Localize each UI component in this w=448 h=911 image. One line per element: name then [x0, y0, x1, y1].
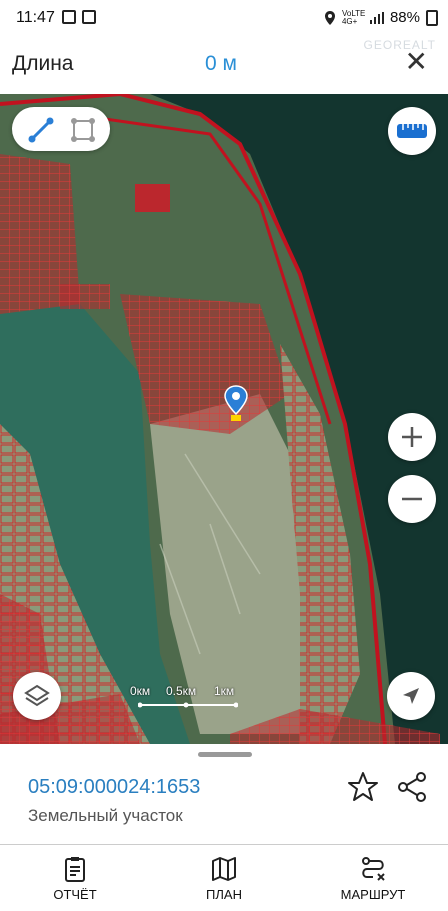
parcel-info-sheet[interactable]: 05:09:000024:1653 Земельный участок [0, 744, 448, 844]
scale-line [138, 702, 238, 708]
my-location-button[interactable] [387, 672, 435, 720]
navigation-arrow-icon [403, 688, 419, 704]
scale-label-mid: 0.5км [166, 684, 197, 698]
nav-report[interactable]: ОТЧЁТ [20, 845, 130, 911]
scale-bar: 0км 0.5км 1км [130, 684, 240, 714]
plus-icon [402, 427, 422, 447]
parcel-type: Земельный участок [28, 806, 183, 825]
satellite-map[interactable]: 0км 0.5км 1км [0, 94, 448, 744]
nav-plan[interactable]: ПЛАН [169, 845, 279, 911]
status-time: 11:47 [16, 9, 55, 26]
status-bar: 11:47 VoLTE 4G+ 88% [0, 0, 448, 36]
area-measure-icon[interactable] [68, 115, 98, 145]
nav-route[interactable]: МАРШРУТ [318, 845, 428, 911]
bottom-navigation: ОТЧЁТ ПЛАН МАРШРУТ [0, 844, 448, 911]
battery-percent: 88% [389, 9, 420, 26]
layers-icon [24, 684, 50, 707]
location-marker-icon[interactable] [222, 384, 250, 424]
map-icon [212, 857, 236, 881]
network-type: VoLTE 4G+ [341, 8, 366, 26]
minus-icon [402, 497, 422, 501]
cadastral-number[interactable]: 05:09:000024:1653 [28, 776, 200, 799]
nav-report-label: ОТЧЁТ [53, 887, 97, 902]
measure-mode-toggle[interactable] [12, 107, 110, 151]
scale-label-0: 0км [130, 684, 151, 698]
signal-icon [369, 11, 384, 24]
ruler-icon [397, 124, 427, 138]
scale-label-end: 1км [214, 684, 235, 698]
layers-button[interactable] [13, 672, 61, 720]
measure-header: GEOREALT Длина 0 м ✕ [0, 36, 448, 94]
report-icon [65, 857, 85, 882]
ruler-button[interactable] [388, 107, 436, 155]
check-notification-icon [82, 10, 96, 24]
notification-icons [62, 10, 96, 24]
zoom-in-button[interactable] [388, 413, 436, 461]
favorite-star-icon[interactable] [346, 770, 380, 804]
share-icon[interactable] [396, 770, 430, 804]
zoom-out-button[interactable] [388, 475, 436, 523]
nav-plan-label: ПЛАН [206, 887, 242, 902]
page-title: Длина [12, 52, 74, 75]
battery-icon [426, 9, 438, 26]
sheet-drag-handle[interactable] [198, 752, 252, 757]
close-button[interactable]: ✕ [405, 48, 428, 76]
location-icon [324, 10, 335, 25]
route-icon [362, 857, 385, 881]
gallery-notification-icon [62, 10, 76, 24]
line-measure-icon[interactable] [26, 115, 56, 145]
nav-route-label: МАРШРУТ [340, 887, 406, 902]
length-value: 0 м [205, 52, 237, 75]
